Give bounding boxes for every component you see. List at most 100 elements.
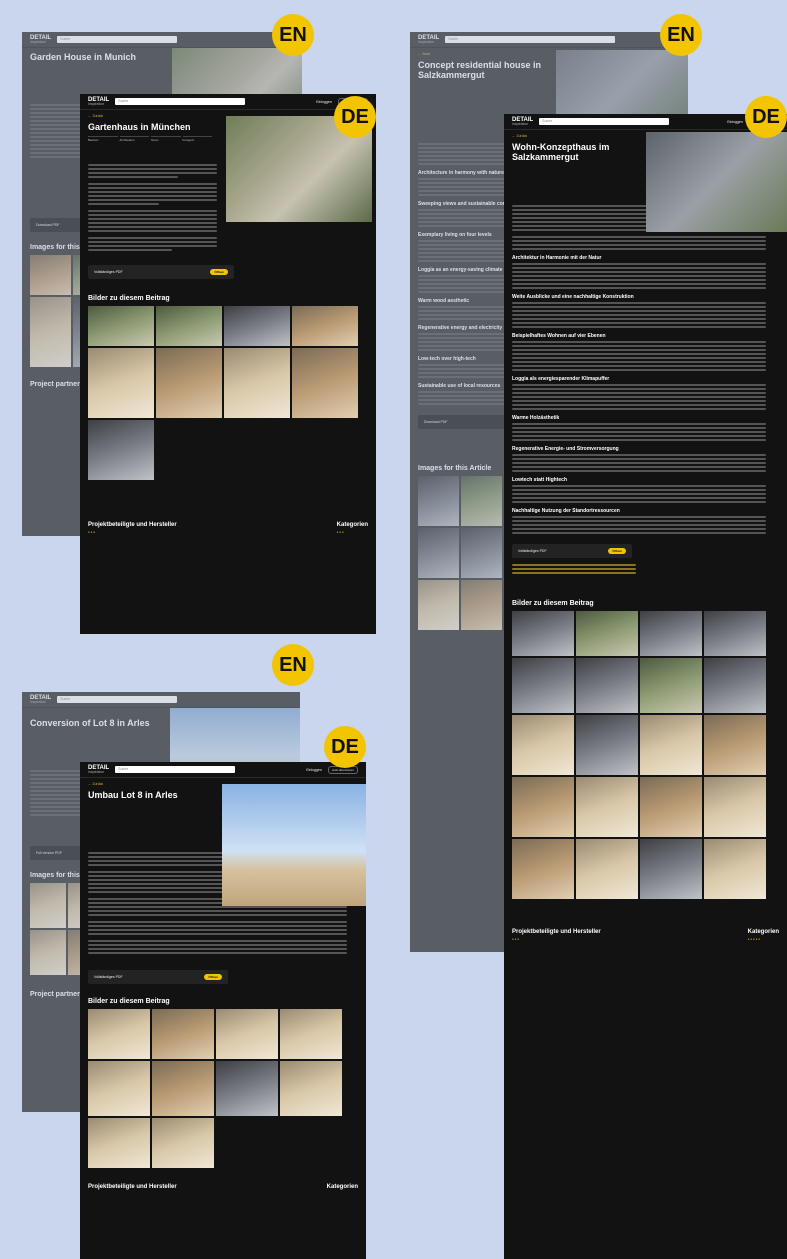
open-button[interactable]: Öffnen [204, 974, 222, 981]
gallery-image[interactable] [704, 838, 766, 899]
gallery-image[interactable] [640, 610, 702, 656]
gallery-image[interactable] [704, 610, 766, 656]
section-heading: Warme Holzästhetik [512, 414, 560, 421]
gallery-image[interactable] [640, 776, 702, 837]
gallery-image[interactable] [418, 527, 459, 578]
gallery-image[interactable] [216, 1061, 278, 1117]
header: DETAILInspiration Suche Einloggen Jetzt … [80, 762, 366, 778]
download-label: Download PDF [36, 223, 60, 228]
gallery-image[interactable] [156, 306, 222, 347]
download-pdf-bar[interactable]: Vollständiges PDF Öffnen [88, 265, 234, 280]
gallery-image[interactable] [88, 1118, 150, 1169]
download-label: Download PDF [424, 419, 448, 424]
gallery-image[interactable] [280, 1009, 342, 1060]
gallery-image[interactable] [461, 475, 502, 526]
gallery-image[interactable] [512, 657, 574, 713]
meta-item: Team [151, 136, 181, 142]
download-label: Vollständiges PDF [94, 975, 123, 980]
gallery-image[interactable] [576, 714, 638, 775]
gallery-image[interactable] [418, 579, 459, 630]
logo: DETAIL Inspiration [512, 116, 534, 126]
gallery-image[interactable] [640, 657, 702, 713]
gallery-image[interactable] [224, 306, 290, 347]
gallery-image[interactable] [576, 657, 638, 713]
gallery-image[interactable] [30, 255, 71, 296]
gallery-image[interactable] [88, 306, 154, 347]
section-heading: Regenerative Energie- und Stromversorgun… [512, 445, 619, 452]
gallery-image[interactable] [88, 1061, 150, 1117]
footer: Projektbeteiligte und Hersteller ● ● ● Ka… [512, 928, 779, 941]
gallery-image[interactable] [292, 306, 358, 347]
gallery-image[interactable] [152, 1118, 214, 1169]
download-pdf-bar[interactable]: Vollständiges PDF Öffnen [512, 543, 632, 558]
gallery-image[interactable] [152, 1061, 214, 1117]
categories-heading: Kategorien [336, 522, 368, 529]
screenshot-munich-de: DETAILInspiration Suche Einloggen Jetzt … [80, 94, 376, 634]
gallery-image[interactable] [576, 610, 638, 656]
gallery-image[interactable] [704, 776, 766, 837]
login-link[interactable]: Einloggen [306, 768, 322, 772]
gallery-image[interactable] [216, 1009, 278, 1060]
gallery-image[interactable] [640, 838, 702, 899]
open-button[interactable]: Öffnen [608, 547, 626, 554]
gallery-image[interactable] [152, 1009, 214, 1060]
article-text [80, 164, 225, 252]
section-heading: Lowtech statt Hightech [512, 476, 568, 483]
gallery-image[interactable] [512, 776, 574, 837]
screenshot-salz-de: DETAILInspiration Suche Einloggen Jetzt … [504, 114, 787, 1259]
language-badge-en: EN [660, 14, 702, 56]
gallery-image[interactable] [30, 883, 66, 929]
gallery-image[interactable] [576, 776, 638, 837]
logo: DETAIL Inspiration [88, 96, 110, 106]
download-label: Vollständiges PDF [94, 270, 123, 275]
partners-heading: Projektbeteiligte und Hersteller [512, 928, 601, 935]
gallery-image[interactable] [292, 348, 358, 419]
logo: DETAIL Inspiration [88, 764, 110, 774]
meta-item: Bauherr [88, 136, 118, 142]
images-heading: Bilder zu diesem Beitrag [88, 998, 170, 1006]
page-title: Wohn-Konzepthaus im Salzkammergut [512, 142, 610, 163]
gallery-image[interactable] [461, 527, 502, 578]
partners-heading: Projektbeteiligte und Hersteller [88, 522, 177, 529]
gallery-image[interactable] [461, 579, 502, 630]
header: DETAILInspiration Suche Einloggen Jetzt … [80, 94, 376, 110]
search-input[interactable]: Suche [445, 36, 616, 43]
search-input[interactable]: Suche [57, 36, 178, 43]
related-links [504, 563, 644, 574]
gallery-image[interactable] [224, 348, 290, 419]
open-button[interactable]: Öffnen [210, 269, 228, 276]
article-text: Architektur in Harmonie mit der Natur We… [504, 204, 774, 534]
gallery-image[interactable] [418, 475, 459, 526]
gallery-image[interactable] [512, 714, 574, 775]
search-input[interactable]: Suche [115, 98, 246, 105]
gallery-image[interactable] [88, 420, 154, 481]
download-label: Vollständiges PDF [518, 548, 547, 553]
search-input[interactable]: Suche [57, 696, 178, 703]
gallery-image[interactable] [280, 1061, 342, 1117]
hero-image [222, 784, 366, 906]
section-heading: Weite Ausblicke und eine nachhaltige Kon… [512, 293, 634, 300]
categories-heading: Kategorien [326, 1184, 358, 1191]
gallery-image[interactable] [576, 838, 638, 899]
gallery-image[interactable] [88, 1009, 150, 1060]
language-badge-de: DE [324, 726, 366, 768]
gallery-image[interactable] [704, 657, 766, 713]
search-input[interactable]: Suche [539, 118, 670, 125]
footer: Projektbeteiligte und Hersteller Kategor… [80, 1178, 366, 1196]
gallery-image[interactable] [640, 714, 702, 775]
gallery-image[interactable] [704, 714, 766, 775]
header: DETAIL Inspiration Suche [410, 32, 688, 48]
categories-heading: Kategorien [747, 928, 779, 935]
gallery-image[interactable] [512, 610, 574, 656]
gallery-image[interactable] [30, 297, 71, 368]
gallery-image[interactable] [156, 348, 222, 419]
login-link[interactable]: Einloggen [727, 120, 743, 124]
section-heading: Nachhaltige Nutzung der Standortressourc… [512, 507, 620, 514]
login-link[interactable]: Einloggen [316, 100, 332, 104]
images-heading: Bilder zu diesem Beitrag [512, 599, 594, 607]
download-pdf-bar[interactable]: Vollständiges PDF Öffnen [88, 970, 228, 985]
gallery-image[interactable] [88, 348, 154, 419]
gallery-image[interactable] [512, 838, 574, 899]
gallery-image[interactable] [30, 930, 66, 976]
search-input[interactable]: Suche [115, 766, 236, 773]
